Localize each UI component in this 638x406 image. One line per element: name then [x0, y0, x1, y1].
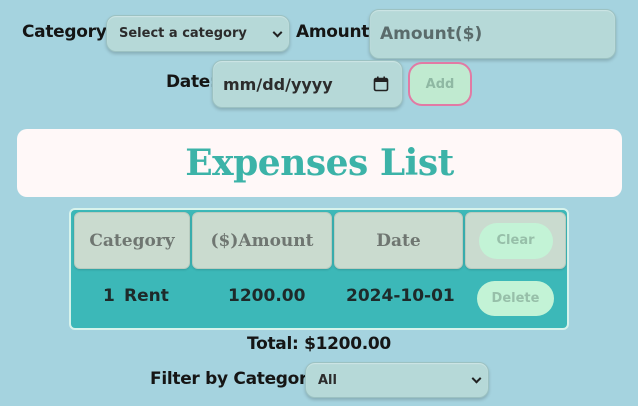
row-date: 2024-10-01	[346, 286, 455, 306]
date-input[interactable]: mm/dd/yyyy	[212, 60, 403, 108]
date-placeholder: mm/dd/yyyy	[223, 74, 333, 94]
clear-button[interactable]: Clear	[478, 222, 553, 259]
header-actions: Clear	[465, 212, 566, 269]
total-text: Total: $1200.00	[247, 334, 391, 354]
filter-label: Filter by Category:	[150, 369, 325, 389]
row-amount: 1200.00	[228, 286, 306, 306]
expenses-table: Category ($)Amount Date Clear 1 Rent 120…	[69, 208, 569, 330]
row-category: Rent	[124, 286, 169, 306]
amount-label: Amount:	[296, 22, 376, 42]
header-date: Date	[334, 212, 463, 269]
filter-select-value: All	[318, 372, 337, 388]
chevron-down-icon	[471, 373, 482, 384]
amount-input[interactable]: Amount($)	[369, 9, 616, 59]
category-select[interactable]: Select a category	[106, 15, 290, 52]
category-select-value: Select a category	[119, 26, 247, 41]
row-index: 1	[103, 286, 115, 306]
header-amount: ($)Amount	[192, 212, 332, 269]
amount-placeholder: Amount($)	[380, 24, 483, 44]
add-button[interactable]: Add	[408, 62, 472, 106]
chevron-down-icon	[272, 27, 283, 38]
header-category: Category	[74, 212, 190, 269]
expenses-list-banner: Expenses List	[17, 129, 622, 197]
calendar-icon[interactable]	[373, 76, 389, 92]
category-label: Category:	[22, 22, 114, 42]
filter-select[interactable]: All	[305, 362, 489, 398]
delete-button[interactable]: Delete	[477, 281, 554, 316]
page-title: Expenses List	[185, 142, 454, 184]
date-label: Date:	[166, 72, 217, 92]
